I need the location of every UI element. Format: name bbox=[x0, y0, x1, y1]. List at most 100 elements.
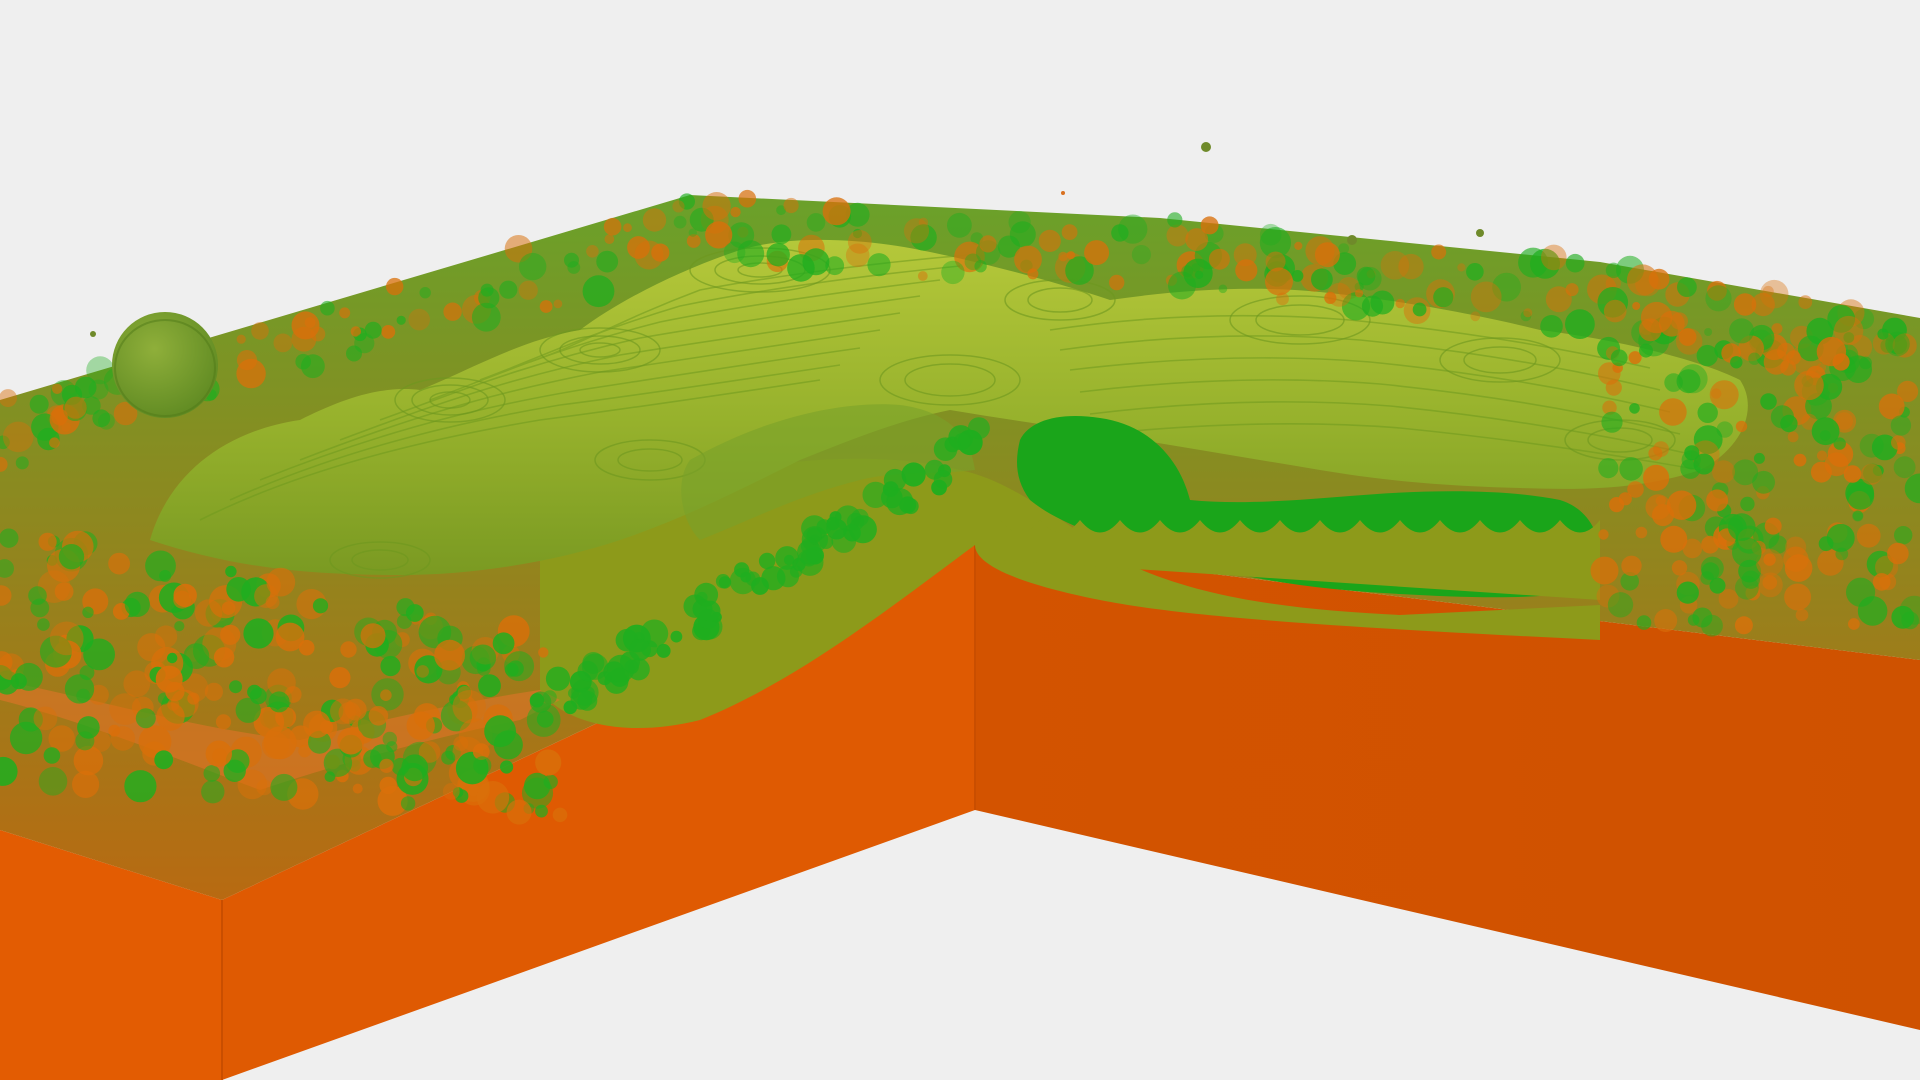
grain bbox=[1636, 615, 1652, 630]
grain bbox=[337, 727, 365, 755]
grain bbox=[1798, 295, 1813, 309]
grain bbox=[1629, 403, 1640, 414]
grain bbox=[974, 260, 987, 273]
grain bbox=[1314, 242, 1340, 268]
grain bbox=[1678, 364, 1708, 394]
grain bbox=[670, 630, 683, 643]
grain bbox=[380, 689, 392, 701]
grain bbox=[165, 681, 185, 702]
grain bbox=[58, 544, 85, 570]
airborne-particle bbox=[1347, 235, 1357, 245]
grain bbox=[1166, 224, 1189, 247]
grain bbox=[137, 633, 166, 662]
grain bbox=[1701, 614, 1723, 637]
grain bbox=[1632, 302, 1641, 310]
grain bbox=[225, 565, 237, 578]
grain bbox=[1682, 538, 1703, 559]
grain bbox=[845, 243, 870, 268]
grain bbox=[1084, 240, 1110, 266]
grain bbox=[1610, 349, 1628, 367]
grain bbox=[1565, 253, 1585, 273]
grain bbox=[1728, 513, 1756, 541]
grain bbox=[303, 710, 331, 738]
grain bbox=[552, 807, 568, 823]
grain bbox=[1431, 244, 1447, 260]
grain bbox=[235, 697, 261, 723]
grain bbox=[1729, 318, 1755, 344]
grain bbox=[0, 528, 19, 548]
grain bbox=[806, 213, 826, 232]
grain bbox=[174, 621, 185, 632]
grain bbox=[1470, 281, 1502, 313]
grain bbox=[273, 333, 293, 353]
grain bbox=[553, 299, 563, 309]
grain bbox=[275, 622, 305, 652]
grain bbox=[1061, 224, 1078, 241]
grain bbox=[1395, 298, 1405, 309]
grain bbox=[979, 235, 997, 253]
grain bbox=[33, 706, 58, 731]
grain bbox=[1764, 517, 1782, 535]
grain bbox=[480, 283, 494, 297]
grain bbox=[1118, 214, 1148, 244]
grain bbox=[201, 780, 225, 804]
grain bbox=[519, 252, 547, 281]
grain bbox=[623, 223, 632, 233]
grain bbox=[1659, 398, 1687, 426]
grain bbox=[28, 586, 47, 605]
grain bbox=[867, 253, 891, 277]
grain bbox=[1653, 441, 1669, 457]
grain bbox=[1598, 458, 1619, 479]
grain bbox=[400, 796, 416, 811]
grain bbox=[473, 756, 492, 775]
grain bbox=[529, 691, 552, 713]
grain bbox=[862, 481, 889, 508]
grain bbox=[1523, 308, 1533, 318]
grain bbox=[43, 747, 61, 764]
grain bbox=[1856, 523, 1881, 548]
grain bbox=[49, 437, 60, 449]
grain bbox=[247, 684, 262, 700]
grain bbox=[1696, 344, 1719, 367]
grain bbox=[79, 665, 95, 681]
grain bbox=[499, 280, 518, 299]
grain bbox=[416, 665, 430, 678]
grain bbox=[1793, 453, 1807, 467]
grain bbox=[1684, 445, 1700, 461]
grain bbox=[352, 783, 363, 794]
grain bbox=[236, 334, 246, 344]
grain bbox=[604, 234, 615, 245]
grain bbox=[124, 770, 157, 803]
grain bbox=[38, 532, 57, 551]
grain bbox=[1565, 309, 1595, 339]
grain bbox=[581, 653, 609, 680]
grain bbox=[1740, 496, 1755, 512]
grain bbox=[73, 745, 104, 776]
grain bbox=[903, 218, 930, 244]
grain bbox=[673, 215, 687, 229]
grain bbox=[76, 688, 91, 703]
grain bbox=[822, 197, 851, 226]
grain bbox=[1701, 535, 1719, 554]
grain bbox=[1380, 250, 1410, 280]
grain bbox=[442, 783, 460, 800]
grain bbox=[694, 582, 719, 607]
grain bbox=[1191, 263, 1201, 272]
grain bbox=[1208, 248, 1230, 270]
grain bbox=[672, 200, 685, 213]
grain bbox=[1294, 241, 1303, 250]
airborne-particle bbox=[1201, 142, 1211, 152]
grain bbox=[1470, 311, 1481, 322]
grain bbox=[1038, 229, 1061, 252]
render-viewport bbox=[0, 0, 1920, 1080]
grain bbox=[124, 591, 150, 618]
grain bbox=[1218, 284, 1228, 294]
grain bbox=[809, 534, 820, 545]
grain bbox=[329, 667, 351, 689]
grain bbox=[452, 690, 486, 724]
grain bbox=[1412, 302, 1427, 317]
grain bbox=[154, 750, 174, 770]
grain bbox=[1265, 251, 1286, 272]
grain bbox=[320, 300, 335, 316]
grain bbox=[1733, 293, 1757, 316]
